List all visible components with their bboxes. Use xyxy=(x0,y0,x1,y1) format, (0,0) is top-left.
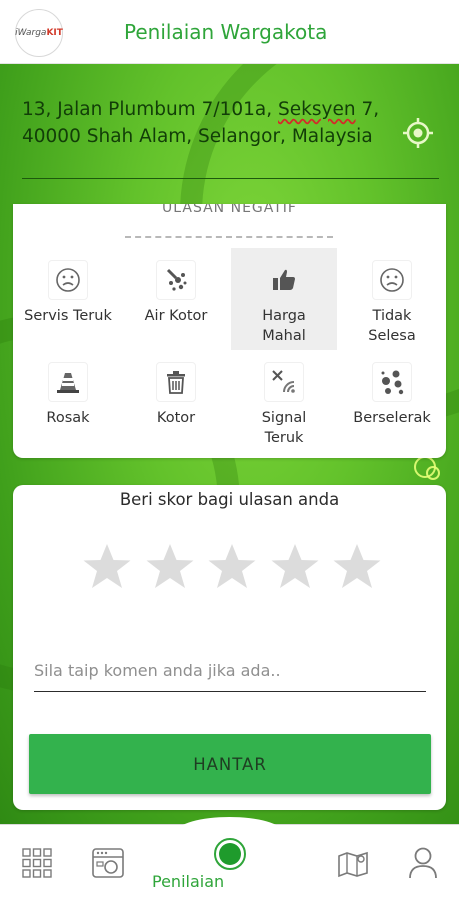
comment-input[interactable] xyxy=(34,650,426,692)
option-servis-teruk[interactable]: Servis Teruk xyxy=(15,260,121,326)
nav-map[interactable] xyxy=(330,825,376,900)
star-rating xyxy=(82,542,382,594)
star-2-icon[interactable] xyxy=(145,542,195,592)
address-underline xyxy=(22,178,439,179)
sad-face-icon xyxy=(48,260,88,300)
page-title: Penilaian Wargakota xyxy=(124,20,328,44)
no-signal-icon xyxy=(264,362,304,402)
rating-prompt: Beri skor bagi ulasan anda xyxy=(119,490,340,509)
address-text: Seksyen xyxy=(278,99,356,120)
locate-me-icon[interactable] xyxy=(403,118,433,148)
option-berselerak[interactable]: Berselerak xyxy=(339,362,445,428)
bottom-navigation: Penilaian xyxy=(0,817,459,900)
negative-review-heading: ULASAN NEGATIF xyxy=(162,204,297,216)
option-rosak[interactable]: Rosak xyxy=(15,362,121,428)
negative-review-card: ULASAN NEGATIF Servis Teruk Air Kotor Ha… xyxy=(13,204,446,458)
option-label: Rosak xyxy=(46,410,90,426)
nav-dashboard[interactable] xyxy=(84,825,132,900)
option-label: Kotor xyxy=(156,410,196,426)
submit-button[interactable]: HANTAR xyxy=(29,734,431,794)
heading-divider xyxy=(125,236,333,238)
option-signal-teruk[interactable]: Signal Teruk xyxy=(231,362,337,448)
profile-icon xyxy=(409,847,437,879)
star-3-icon[interactable] xyxy=(207,542,257,592)
option-label: Signal Teruk xyxy=(261,410,307,446)
app-header: iWarga KIT Penilaian Wargakota xyxy=(0,0,459,64)
star-4-icon[interactable] xyxy=(270,542,320,592)
option-tidak-selesa[interactable]: Tidak Selesa xyxy=(339,260,445,346)
app-logo: iWarga KIT xyxy=(15,9,63,57)
nav-rating-record[interactable] xyxy=(207,831,253,877)
address-text: 13, Jalan Plumbum 7/101a, xyxy=(22,99,279,120)
option-label: Tidak Selesa xyxy=(368,308,416,344)
scattered-icon xyxy=(372,362,412,402)
sad-face-icon xyxy=(372,260,412,300)
star-1-icon[interactable] xyxy=(82,542,132,592)
option-label: Harga Mahal xyxy=(262,308,306,344)
logo-text: iWarga xyxy=(15,28,47,38)
grid-menu-icon xyxy=(22,848,52,878)
location-address: 13, Jalan Plumbum 7/101a, Seksyen 7, 400… xyxy=(22,96,422,150)
option-harga-mahal[interactable]: Harga Mahal xyxy=(231,248,337,350)
nav-profile[interactable] xyxy=(400,825,446,900)
dashboard-icon xyxy=(92,848,124,878)
nav-active-label: Penilaian xyxy=(152,872,225,891)
rating-record-icon xyxy=(214,838,246,870)
option-label: Air Kotor xyxy=(144,308,208,324)
trash-icon xyxy=(156,362,196,402)
logo-accent: KIT xyxy=(46,28,63,38)
nav-grid-menu[interactable] xyxy=(14,825,60,900)
thumbs-up-icon xyxy=(264,260,304,300)
option-label: Berselerak xyxy=(353,410,431,426)
dirty-water-icon xyxy=(156,260,196,300)
star-5-icon[interactable] xyxy=(332,542,382,592)
rating-card: Beri skor bagi ulasan anda HANTAR xyxy=(13,485,446,810)
option-label: Servis Teruk xyxy=(24,308,112,324)
decorative-bubble xyxy=(426,466,440,480)
option-air-kotor[interactable]: Air Kotor xyxy=(123,260,229,326)
map-icon xyxy=(338,851,368,878)
traffic-cone-icon xyxy=(48,362,88,402)
option-kotor[interactable]: Kotor xyxy=(123,362,229,428)
